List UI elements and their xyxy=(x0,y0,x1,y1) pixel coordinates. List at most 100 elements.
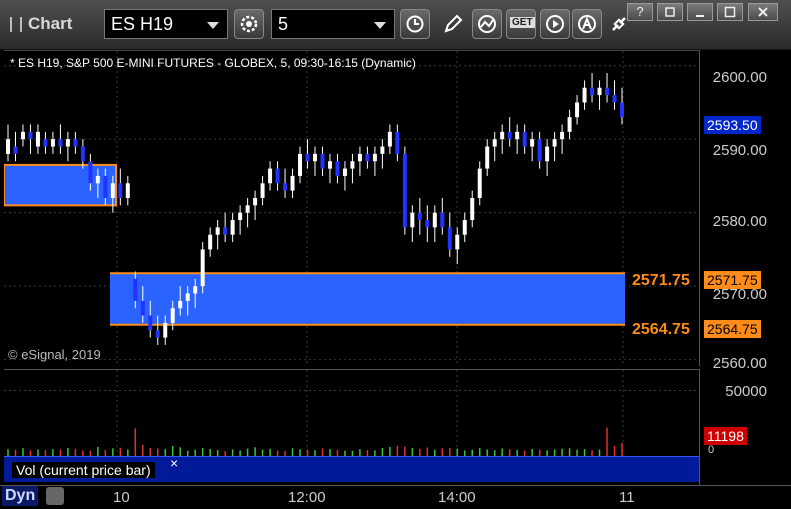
chart-header: * ES H19, S&P 500 E-MINI FUTURES - GLOBE… xyxy=(10,56,416,70)
candle-body xyxy=(507,131,512,140)
help-button[interactable]: ? xyxy=(627,3,653,21)
candle-body xyxy=(342,168,347,176)
interval-value: 5 xyxy=(278,14,289,34)
interval-select[interactable]: 5 xyxy=(271,9,395,39)
drag-grip-icon[interactable] xyxy=(10,17,22,32)
get-data-button[interactable]: GET xyxy=(506,9,536,39)
dynamic-mode-button[interactable]: Dyn xyxy=(2,486,39,506)
candle-body xyxy=(275,168,280,184)
last-price-tag: 2593.50 xyxy=(704,116,761,134)
price-axis[interactable]: 2600.00 2590.00 2580.00 2570.00 2560.00 … xyxy=(699,50,791,372)
current-volume-tag: 11198 xyxy=(704,427,747,445)
candle-body xyxy=(327,161,332,169)
candle-body xyxy=(253,197,258,206)
candle-body xyxy=(238,212,243,221)
maximize-button[interactable] xyxy=(717,3,743,21)
volume-axis-label: 50000 xyxy=(725,383,767,400)
volume-legend: Vol (current price bar) × xyxy=(4,455,699,482)
candle-body xyxy=(492,139,497,147)
candle-body xyxy=(185,293,190,301)
candle-body xyxy=(380,146,385,154)
candle-body xyxy=(417,212,422,221)
candle-body xyxy=(320,153,325,169)
candle-body xyxy=(215,227,220,235)
candle-body xyxy=(582,87,587,103)
candle-body xyxy=(313,153,317,162)
level-label-lower: 2564.75 xyxy=(632,321,690,338)
candle-body xyxy=(155,330,160,338)
play-icon xyxy=(546,15,564,33)
candle-body xyxy=(522,131,527,147)
candle-body xyxy=(357,153,362,162)
candle-body xyxy=(470,197,475,221)
time-axis-label: 12:00 xyxy=(288,489,326,506)
candle-body xyxy=(485,146,490,169)
candle-body xyxy=(58,139,63,147)
draw-button[interactable] xyxy=(438,9,468,39)
candle-body xyxy=(612,95,617,103)
candle-body xyxy=(545,146,550,162)
volume-zero-label: 0 xyxy=(708,444,715,456)
volume-axis[interactable]: 50000 11198 0 xyxy=(699,369,791,485)
candle-body xyxy=(283,183,288,191)
candle-body xyxy=(335,161,340,176)
candle-body xyxy=(597,87,602,96)
candle-body xyxy=(260,183,265,198)
candle-body xyxy=(73,139,78,147)
time-axis[interactable]: 10 12:00 14:00 11 xyxy=(0,485,791,509)
candle-body xyxy=(402,153,407,228)
candle-body xyxy=(575,102,580,118)
time-axis-label: 11 xyxy=(619,489,635,506)
gear-icon xyxy=(240,15,258,33)
candle-body xyxy=(560,131,565,140)
candle-body xyxy=(133,278,138,301)
symbol-select[interactable]: ES H19 xyxy=(104,9,228,39)
candle-body xyxy=(178,300,183,309)
candle-body xyxy=(125,183,130,198)
settings-button[interactable] xyxy=(234,9,264,39)
candle-body xyxy=(118,183,123,198)
candle-body xyxy=(208,234,213,250)
close-icon xyxy=(758,7,768,17)
candle-body xyxy=(365,153,370,162)
candle-body xyxy=(140,300,145,316)
lock-icon[interactable] xyxy=(46,487,64,505)
candle-body xyxy=(163,322,168,338)
candle-body xyxy=(148,315,153,331)
candle-body xyxy=(620,102,624,118)
candle-body xyxy=(95,175,100,184)
close-button[interactable] xyxy=(748,3,778,21)
candle-body xyxy=(447,227,452,250)
time-button[interactable] xyxy=(400,9,430,39)
chevron-down-icon xyxy=(374,22,386,29)
window-title: Chart xyxy=(28,14,73,33)
candle-body xyxy=(350,161,355,169)
alert-button[interactable] xyxy=(572,9,602,39)
play-button[interactable] xyxy=(540,9,570,39)
price-chart-pane[interactable]: * ES H19, S&P 500 E-MINI FUTURES - GLOBE… xyxy=(4,50,699,366)
get-label: GET xyxy=(510,17,535,28)
candle-body xyxy=(80,146,85,162)
price-axis-label: 2600.00 xyxy=(712,69,767,86)
restore-button[interactable] xyxy=(657,3,683,21)
study-icon xyxy=(478,15,496,33)
restore-icon xyxy=(665,7,675,17)
candle-body xyxy=(605,87,610,96)
minimize-button[interactable] xyxy=(687,3,713,21)
candle-body xyxy=(567,117,572,132)
minimize-icon xyxy=(696,15,704,17)
time-axis-label: 10 xyxy=(113,489,130,506)
candle-body xyxy=(462,220,467,235)
alert-icon xyxy=(578,15,596,33)
level-tag-lower: 2564.75 xyxy=(704,320,761,338)
candle-body xyxy=(50,139,55,147)
level-label-upper: 2571.75 xyxy=(632,272,690,289)
candle-body xyxy=(223,227,228,235)
candle-body xyxy=(387,131,392,147)
candle-body xyxy=(395,131,400,154)
close-icon[interactable]: × xyxy=(170,455,178,471)
candle-body xyxy=(88,161,93,184)
candle-body xyxy=(537,139,542,162)
volume-legend-label: Vol (current price bar) xyxy=(12,462,155,478)
studies-button[interactable] xyxy=(472,9,502,39)
